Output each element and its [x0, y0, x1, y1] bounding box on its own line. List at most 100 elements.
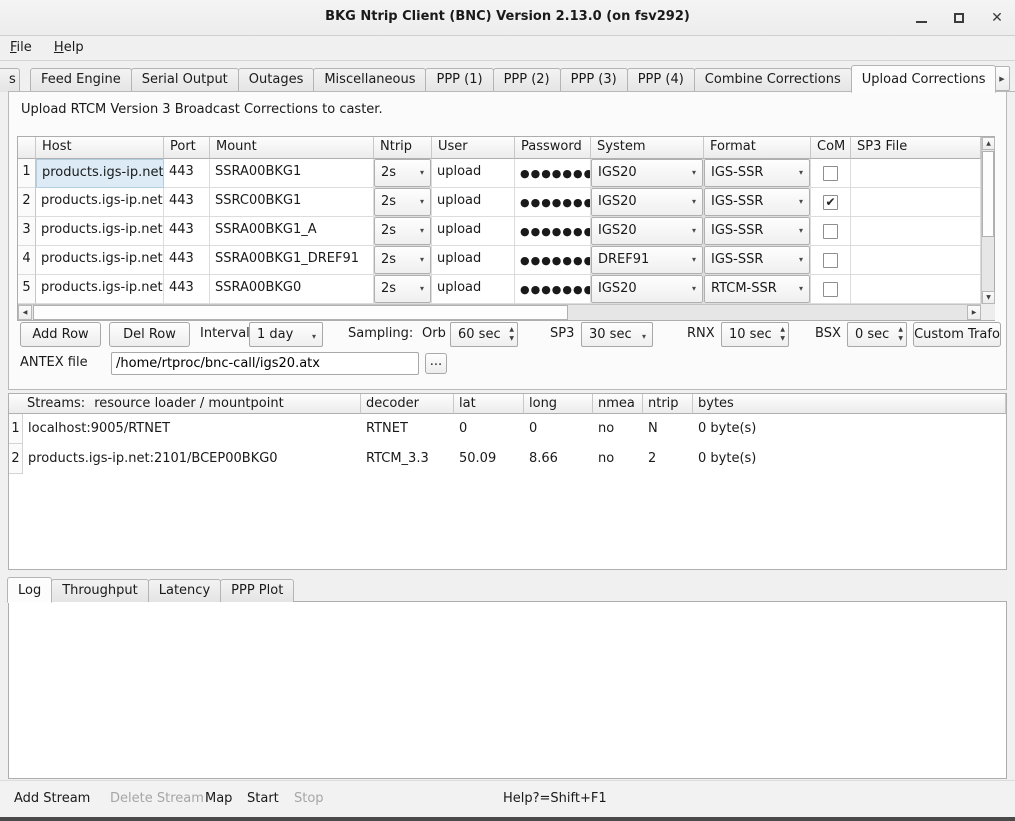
user-cell[interactable]: upload	[432, 246, 515, 275]
start-button[interactable]: Start	[247, 791, 279, 806]
tab-miscellaneous[interactable]: Miscellaneous	[313, 68, 426, 92]
tab-outages[interactable]: Outages	[238, 68, 315, 92]
add-row-button[interactable]: Add Row	[20, 322, 101, 347]
stream-row[interactable]: 1 localhost:9005/RTNET RTNET 0 0 no N 0 …	[9, 414, 1006, 444]
rnx-spinbox[interactable]: 10 sec▲▼	[721, 322, 789, 347]
scroll-left-icon[interactable]: ◀	[18, 305, 32, 320]
host-cell[interactable]: products.igs-ip.net	[36, 188, 164, 217]
password-cell[interactable]: ●●●●●●●	[515, 217, 591, 246]
user-cell[interactable]: upload	[432, 188, 515, 217]
tab-partial-streams[interactable]: s	[0, 68, 20, 92]
interval-select[interactable]: 1 day▾	[249, 322, 323, 347]
password-cell[interactable]: ●●●●●●●	[515, 275, 591, 304]
ntrip-select[interactable]: 2s▾	[374, 217, 431, 245]
menu-file[interactable]: File	[2, 37, 40, 55]
format-select[interactable]: IGS-SSR▾	[704, 246, 810, 274]
com-checkbox[interactable]	[823, 224, 838, 239]
host-cell[interactable]: products.igs-ip.net	[36, 275, 164, 304]
tab-combine-corrections[interactable]: Combine Corrections	[694, 68, 852, 92]
minimize-icon[interactable]	[913, 10, 929, 26]
tab-ppp-4[interactable]: PPP (4)	[627, 68, 695, 92]
tab-latency[interactable]: Latency	[148, 579, 221, 602]
password-cell[interactable]: ●●●●●●●	[515, 246, 591, 275]
spin-up-icon[interactable]: ▲	[509, 326, 514, 333]
spin-down-icon[interactable]: ▼	[780, 335, 785, 342]
ntrip-select[interactable]: 2s▾	[374, 275, 431, 303]
spin-down-icon[interactable]: ▼	[898, 335, 903, 342]
horizontal-scroll-thumb[interactable]	[33, 305, 568, 320]
browse-button[interactable]: ...	[425, 353, 447, 374]
tab-feed-engine[interactable]: Feed Engine	[30, 68, 132, 92]
sp3-file-cell[interactable]	[851, 246, 981, 275]
sp3-select[interactable]: 30 sec▾	[581, 322, 653, 347]
titlebar[interactable]: BKG Ntrip Client (BNC) Version 2.13.0 (o…	[0, 0, 1015, 36]
port-cell[interactable]: 443	[164, 188, 210, 217]
sp3-file-cell[interactable]	[851, 159, 981, 188]
password-cell[interactable]: ●●●●●●●	[515, 159, 591, 188]
sp3-file-cell[interactable]	[851, 188, 981, 217]
host-cell[interactable]: products.igs-ip.net	[36, 246, 164, 275]
del-row-button[interactable]: Del Row	[109, 322, 190, 347]
password-cell[interactable]: ●●●●●●●	[515, 188, 591, 217]
add-stream-button[interactable]: Add Stream	[14, 791, 90, 806]
vertical-scrollbar[interactable]: ▲ ▼	[981, 137, 994, 304]
user-cell[interactable]: upload	[432, 275, 515, 304]
scroll-up-icon[interactable]: ▲	[982, 137, 995, 150]
mount-cell[interactable]: SSRA00BKG1_A	[210, 217, 374, 246]
system-select[interactable]: IGS20▾	[591, 217, 703, 245]
com-checkbox[interactable]: ✔	[823, 195, 838, 210]
format-select[interactable]: RTCM-SSR▾	[704, 275, 810, 303]
user-cell[interactable]: upload	[432, 159, 515, 188]
port-cell[interactable]: 443	[164, 159, 210, 188]
com-checkbox[interactable]	[823, 166, 838, 181]
tab-serial-output[interactable]: Serial Output	[131, 68, 239, 92]
port-cell[interactable]: 443	[164, 275, 210, 304]
system-select[interactable]: IGS20▾	[591, 275, 703, 303]
horizontal-scrollbar[interactable]: ◀ ▶	[18, 304, 981, 320]
com-checkbox[interactable]	[823, 282, 838, 297]
map-button[interactable]: Map	[205, 791, 232, 806]
system-select[interactable]: IGS20▾	[591, 159, 703, 187]
mount-cell[interactable]: SSRA00BKG1	[210, 159, 374, 188]
host-cell[interactable]: products.igs-ip.net	[36, 159, 164, 188]
port-cell[interactable]: 443	[164, 246, 210, 275]
mount-cell[interactable]: SSRC00BKG1	[210, 188, 374, 217]
user-cell[interactable]: upload	[432, 217, 515, 246]
spin-up-icon[interactable]: ▲	[898, 326, 903, 333]
ntrip-select[interactable]: 2s▾	[374, 188, 431, 216]
tab-scroll-right-icon[interactable]: ▶	[994, 66, 1010, 91]
system-select[interactable]: IGS20▾	[591, 188, 703, 216]
custom-trafo-button[interactable]: Custom Trafo	[913, 322, 1001, 347]
close-icon[interactable]: ✕	[989, 10, 1005, 26]
sp3-file-cell[interactable]	[851, 275, 981, 304]
format-select[interactable]: IGS-SSR▾	[704, 217, 810, 245]
orb-spinbox[interactable]: 60 sec▲▼	[450, 322, 518, 347]
system-select[interactable]: DREF91▾	[591, 246, 703, 274]
tab-upload-corrections[interactable]: Upload Corrections	[851, 65, 997, 93]
tab-ppp-3[interactable]: PPP (3)	[560, 68, 628, 92]
tab-throughput[interactable]: Throughput	[51, 579, 149, 602]
scroll-right-icon[interactable]: ▶	[967, 305, 981, 320]
log-panel[interactable]	[8, 601, 1007, 779]
spin-up-icon[interactable]: ▲	[780, 326, 785, 333]
tab-log[interactable]: Log	[7, 577, 52, 603]
vertical-scroll-thumb[interactable]	[982, 151, 994, 237]
ntrip-select[interactable]: 2s▾	[374, 246, 431, 274]
bsx-spinbox[interactable]: 0 sec▲▼	[847, 322, 907, 347]
spin-down-icon[interactable]: ▼	[509, 335, 514, 342]
format-select[interactable]: IGS-SSR▾	[704, 188, 810, 216]
sp3-file-cell[interactable]	[851, 217, 981, 246]
com-checkbox[interactable]	[823, 253, 838, 268]
tab-ppp-1[interactable]: PPP (1)	[425, 68, 493, 92]
port-cell[interactable]: 443	[164, 217, 210, 246]
mount-cell[interactable]: SSRA00BKG1_DREF91	[210, 246, 374, 275]
scroll-down-icon[interactable]: ▼	[982, 291, 995, 304]
format-select[interactable]: IGS-SSR▾	[704, 159, 810, 187]
menu-help[interactable]: Help	[46, 37, 92, 55]
tab-ppp-plot[interactable]: PPP Plot	[220, 579, 294, 602]
mount-cell[interactable]: SSRA00BKG0	[210, 275, 374, 304]
host-cell[interactable]: products.igs-ip.net	[36, 217, 164, 246]
ntrip-select[interactable]: 2s▾	[374, 159, 431, 187]
antex-file-input[interactable]	[111, 352, 419, 375]
stream-row[interactable]: 2 products.igs-ip.net:2101/BCEP00BKG0 RT…	[9, 444, 1006, 474]
